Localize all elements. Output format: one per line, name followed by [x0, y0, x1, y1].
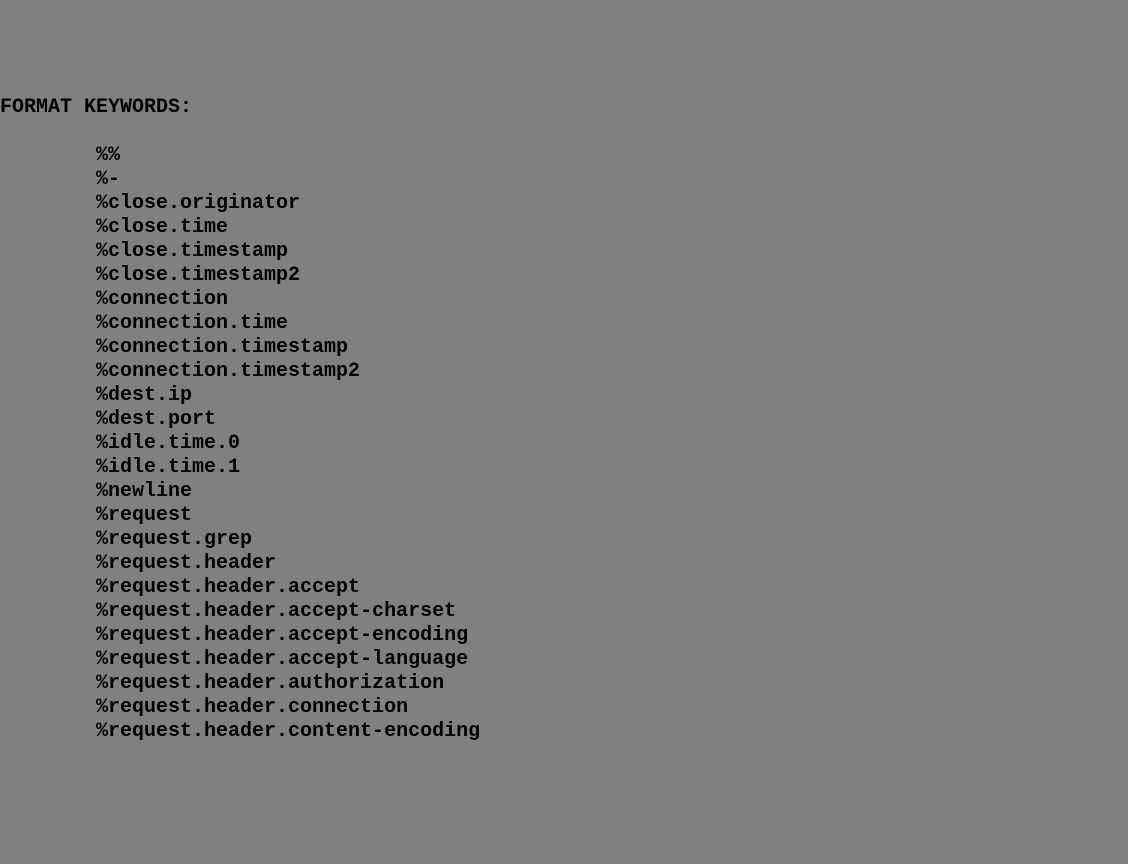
- keyword-item: %idle.time.0: [0, 432, 1128, 456]
- keyword-item: %%: [0, 144, 1128, 168]
- keyword-item: %request.header.connection: [0, 696, 1128, 720]
- keyword-item: %close.time: [0, 216, 1128, 240]
- keyword-item: %request: [0, 504, 1128, 528]
- keyword-item: %request.header.accept-encoding: [0, 624, 1128, 648]
- keyword-item: %connection.timestamp2: [0, 360, 1128, 384]
- section-heading: FORMAT KEYWORDS:: [0, 96, 1128, 120]
- keyword-item: %request.grep: [0, 528, 1128, 552]
- keyword-item: %request.header.accept-charset: [0, 600, 1128, 624]
- keyword-item: %close.timestamp2: [0, 264, 1128, 288]
- keyword-item: %connection: [0, 288, 1128, 312]
- keyword-item: %idle.time.1: [0, 456, 1128, 480]
- keyword-item: %-: [0, 168, 1128, 192]
- keyword-item: %dest.port: [0, 408, 1128, 432]
- keyword-item: %request.header.content-encoding: [0, 720, 1128, 744]
- keyword-item: %connection.timestamp: [0, 336, 1128, 360]
- keyword-item: %connection.time: [0, 312, 1128, 336]
- keyword-item: %newline: [0, 480, 1128, 504]
- keyword-item: %request.header: [0, 552, 1128, 576]
- keyword-item: %close.originator: [0, 192, 1128, 216]
- keyword-item: %dest.ip: [0, 384, 1128, 408]
- keyword-list: %%%-%close.originator%close.time%close.t…: [0, 144, 1128, 744]
- keyword-item: %close.timestamp: [0, 240, 1128, 264]
- keyword-item: %request.header.accept: [0, 576, 1128, 600]
- keyword-item: %request.header.authorization: [0, 672, 1128, 696]
- keyword-item: %request.header.accept-language: [0, 648, 1128, 672]
